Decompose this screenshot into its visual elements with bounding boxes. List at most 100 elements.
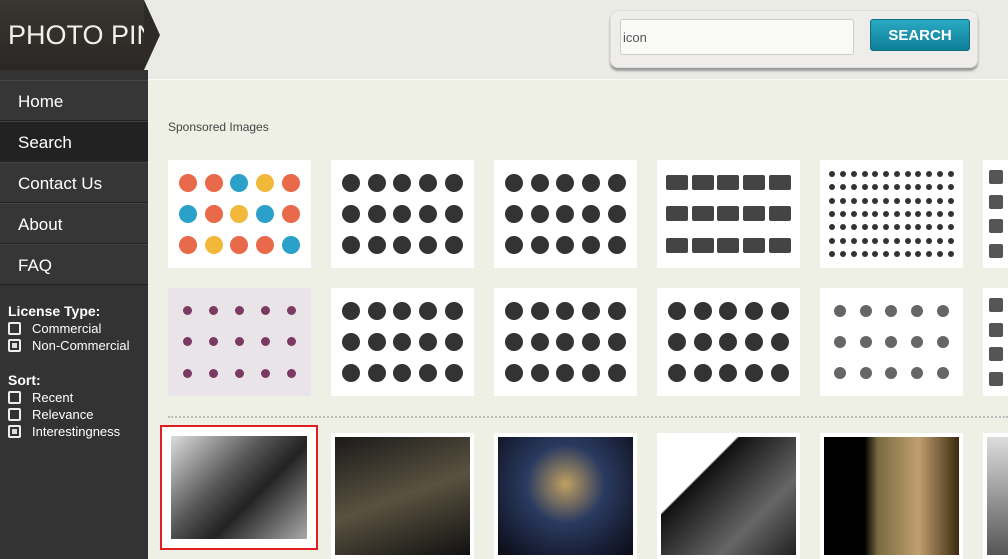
icon-thumbnail [915, 170, 922, 177]
icon-thumbnail [988, 243, 1003, 258]
checkbox[interactable] [8, 425, 21, 438]
nav-search[interactable]: Search [0, 121, 148, 162]
icon-thumbnail [915, 184, 922, 191]
sponsored-image[interactable] [331, 288, 474, 396]
icon-thumbnail [282, 236, 301, 255]
icon-thumbnail [769, 175, 792, 191]
icon-thumbnail [717, 237, 740, 253]
checkbox[interactable] [8, 339, 21, 352]
icon-thumbnail [883, 197, 890, 204]
photo-result[interactable] [331, 433, 474, 559]
icon-thumbnail [893, 210, 900, 217]
icon-thumbnail [947, 210, 954, 217]
icon-thumbnail [885, 367, 898, 380]
icon-thumbnail [717, 206, 740, 222]
icon-thumbnail [829, 184, 836, 191]
icon-thumbnail [893, 237, 900, 244]
search-input[interactable] [620, 19, 854, 55]
sort-interestingness[interactable]: Interestingness [8, 423, 140, 440]
icon-thumbnail [204, 173, 223, 192]
icon-thumbnail [915, 251, 922, 258]
nav-contact-us[interactable]: Contact Us [0, 162, 148, 203]
icon-thumbnail [393, 332, 412, 351]
icon-thumbnail [582, 236, 601, 255]
icon-thumbnail [833, 367, 846, 380]
sort-recent[interactable]: Recent [8, 389, 140, 406]
sponsored-image[interactable] [983, 160, 1008, 268]
icon-thumbnail [861, 170, 868, 177]
search-button[interactable]: SEARCH [870, 19, 970, 51]
icon-thumbnail [883, 210, 890, 217]
sponsored-image[interactable] [168, 288, 311, 396]
icon-thumbnail [926, 224, 933, 231]
search-bar: SEARCH [610, 10, 978, 68]
icon-thumbnail [947, 224, 954, 231]
checkbox[interactable] [8, 322, 21, 335]
icon-thumbnail [915, 210, 922, 217]
logo[interactable]: PHOTO PIN [0, 0, 160, 70]
icon-thumbnail [419, 364, 438, 383]
photo-thumbnail [498, 437, 633, 555]
icon-thumbnail [445, 173, 464, 192]
photo-result[interactable] [657, 433, 800, 559]
icon-thumbnail [885, 304, 898, 317]
icon-thumbnail [926, 237, 933, 244]
icon-thumbnail [840, 237, 847, 244]
icon-thumbnail [743, 237, 766, 253]
icon-thumbnail [859, 367, 872, 380]
nav-home[interactable]: Home [0, 80, 148, 121]
license-non-commercial[interactable]: Non-Commercial [8, 337, 140, 354]
photo-result[interactable] [494, 433, 637, 559]
icon-thumbnail [530, 364, 549, 383]
icon-thumbnail [872, 251, 879, 258]
icon-thumbnail [504, 236, 523, 255]
icon-thumbnail [771, 301, 790, 320]
photo-result-selected[interactable] [160, 425, 318, 550]
icon-thumbnail [667, 364, 686, 383]
sort-relevance[interactable]: Relevance [8, 406, 140, 423]
icon-thumbnail [419, 173, 438, 192]
nav-about[interactable]: About [0, 203, 148, 244]
checkbox[interactable] [8, 391, 21, 404]
icon-thumbnail [850, 184, 857, 191]
icon-thumbnail [183, 368, 193, 378]
icon-thumbnail [988, 298, 1003, 313]
sponsored-image[interactable] [657, 160, 800, 268]
icon-thumbnail [209, 337, 219, 347]
photo-result[interactable] [983, 433, 1008, 559]
sponsored-image[interactable] [820, 288, 963, 396]
icon-thumbnail [582, 204, 601, 223]
icon-thumbnail [850, 197, 857, 204]
checkbox[interactable] [8, 408, 21, 421]
sponsored-image[interactable] [494, 288, 637, 396]
icon-thumbnail [850, 210, 857, 217]
sponsored-image[interactable] [983, 288, 1008, 396]
icon-thumbnail [915, 237, 922, 244]
icon-thumbnail [988, 322, 1003, 337]
icon-thumbnail [893, 251, 900, 258]
sponsored-image[interactable] [331, 160, 474, 268]
option-label: Non-Commercial [32, 338, 130, 353]
icon-thumbnail [937, 335, 950, 348]
icon-thumbnail [582, 173, 601, 192]
icon-thumbnail [260, 337, 270, 347]
icon-thumbnail [872, 184, 879, 191]
sponsored-image[interactable] [494, 160, 637, 268]
icon-thumbnail [885, 335, 898, 348]
license-commercial[interactable]: Commercial [8, 320, 140, 337]
icon-thumbnail [608, 173, 627, 192]
icon-thumbnail [256, 173, 275, 192]
icon-thumbnail [861, 224, 868, 231]
icon-thumbnail [260, 368, 270, 378]
icon-thumbnail [393, 364, 412, 383]
sponsored-image[interactable] [657, 288, 800, 396]
icon-thumbnail [911, 367, 924, 380]
icon-thumbnail [341, 173, 360, 192]
photo-result[interactable] [820, 433, 963, 559]
sponsored-image[interactable] [168, 160, 311, 268]
nav-faq[interactable]: FAQ [0, 244, 148, 285]
icon-thumbnail [926, 251, 933, 258]
sponsored-image[interactable] [820, 160, 963, 268]
icon-thumbnail [904, 170, 911, 177]
icon-thumbnail [419, 301, 438, 320]
